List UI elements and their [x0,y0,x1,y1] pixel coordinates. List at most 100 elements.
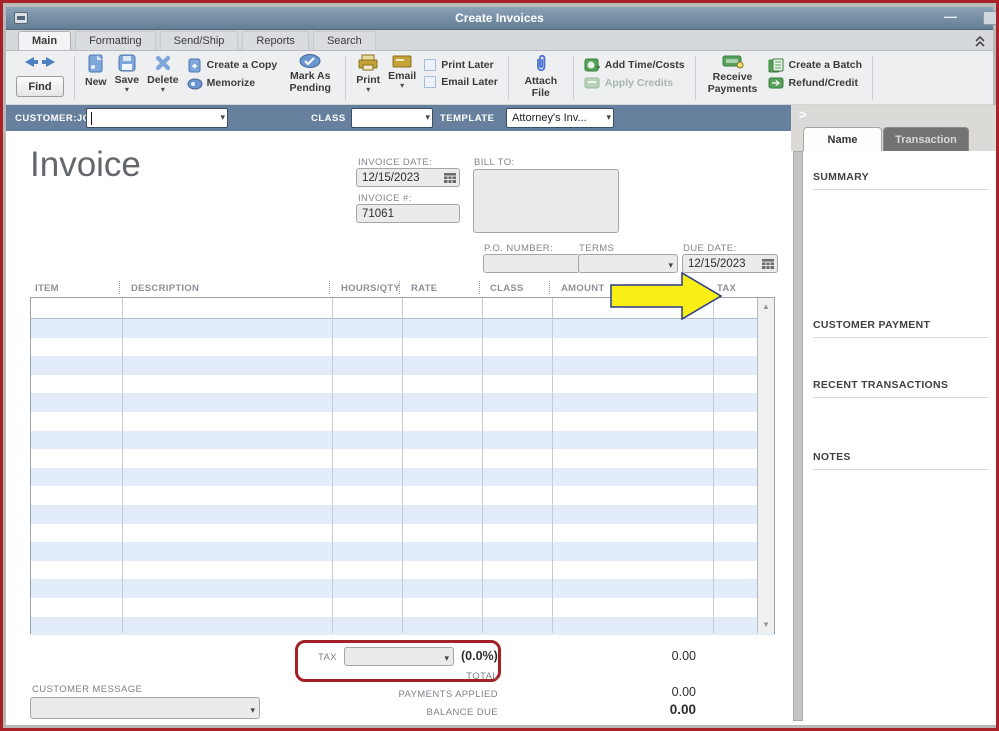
ribbon-tabstrip: Main Formatting Send/Ship Reports Search [6,30,993,51]
chevron-down-icon: ▾ [668,260,673,271]
scroll-up-icon[interactable]: ▲ [758,299,774,314]
mark-pending-check-icon [299,54,321,68]
bill-to-label: BILL TO: [474,157,515,168]
bill-to-box[interactable] [473,169,619,233]
due-date-label: DUE DATE: [683,243,737,254]
class-label: CLASS [311,113,346,124]
calendar-icon[interactable] [444,172,456,186]
print-button[interactable]: Print ▾ [352,53,384,104]
memorize-button[interactable]: Memorize [187,74,278,92]
create-batch-button[interactable]: Create a Batch [768,56,863,74]
apply-credits-icon [584,77,601,90]
invoice-heading: Invoice [30,145,141,185]
memorize-cloud-icon [187,77,203,90]
column-divider [332,298,333,633]
balance-due-label: BALANCE DUE [306,707,498,718]
column-header-hours-qty[interactable]: HOURS/QTY [341,283,400,294]
email-button[interactable]: Email ▾ [384,53,420,104]
create-invoices-window: Create Invoices — Main Formatting Send/S… [0,0,999,731]
header-divider [119,281,120,294]
balance-due-value: 0.00 [606,702,696,717]
panel-tab-transaction[interactable]: Transaction [883,127,969,151]
delete-x-icon [154,54,172,72]
invoice-date-field[interactable]: 12/15/2023 [356,168,460,187]
checkbox-icon [424,59,436,71]
find-button[interactable]: Find [16,76,64,97]
save-button[interactable]: Save ▾ [111,53,144,104]
section-divider [813,189,988,190]
window-title: Create Invoices [6,11,993,25]
chevron-down-icon: ▾ [250,705,255,716]
text-cursor [91,112,92,125]
class-dropdown[interactable]: ▾ [351,108,433,128]
column-divider [122,298,123,633]
column-header-amount[interactable]: AMOUNT [561,283,605,294]
delete-dropdown-caret[interactable]: ▾ [161,86,165,93]
tab-formatting[interactable]: Formatting [75,31,156,50]
section-divider [813,469,988,470]
new-document-icon [87,54,105,74]
chevron-down-icon: ▾ [444,653,449,664]
section-notes: NOTES [813,451,851,463]
payments-applied-label: PAYMENTS APPLIED [306,689,498,700]
column-header-class[interactable]: CLASS [490,283,524,294]
panel-collapse-icon[interactable]: > [799,107,807,122]
copy-memorize-group: Create a Copy Memorize [183,53,282,104]
email-dropdown-caret[interactable]: ▾ [400,82,404,89]
customer-job-dropdown[interactable]: ▾ [86,108,228,128]
column-divider [713,298,714,633]
side-panel: > Name Transaction SUMMARY CUSTOMER PAYM… [791,105,996,725]
template-dropdown[interactable]: Attorney's Inv... ▾ [506,108,614,128]
create-copy-button[interactable]: Create a Copy [187,56,278,74]
mark-as-pending-button[interactable]: Mark As Pending [281,53,339,104]
customer-message-dropdown[interactable]: ▾ [30,697,260,719]
print-later-checkbox[interactable]: Print Later [424,56,498,73]
calendar-icon[interactable] [762,258,774,272]
panel-splitter-bar[interactable] [793,151,803,721]
header-divider [329,281,330,294]
attach-file-button[interactable]: Attach File [515,53,567,104]
table-scrollbar[interactable]: ▲ ▼ [757,298,774,633]
maximize-button[interactable] [983,11,997,25]
print-dropdown-caret[interactable]: ▾ [366,86,370,93]
add-time-costs-button[interactable]: Add Time/Costs [584,56,685,74]
tax-rate-value: (0.0%) [461,649,498,663]
toolbar-separator [872,56,873,100]
toolbar: Find New Save ▾ Delete ▾ Create a Copy M… [6,51,993,105]
receive-payments-button[interactable]: Receive Payments [702,53,764,104]
invoice-number-field[interactable]: 71061 [356,204,460,223]
new-button[interactable]: New [81,53,111,104]
tab-main[interactable]: Main [18,31,71,50]
tax-dropdown[interactable]: ▾ [344,647,454,666]
delete-button[interactable]: Delete ▾ [143,53,183,104]
minimize-button[interactable]: — [944,9,957,24]
chevron-down-icon: ▾ [606,112,611,123]
tab-reports[interactable]: Reports [242,31,309,50]
header-divider [399,281,400,294]
column-divider [402,298,403,633]
toolbar-separator [573,56,574,100]
column-header-item[interactable]: ITEM [35,283,59,294]
refund-credit-button[interactable]: Refund/Credit [768,74,863,92]
po-number-field[interactable] [483,254,580,273]
total-value: 0.00 [606,649,696,663]
payments-applied-value: 0.00 [606,685,696,699]
tab-search[interactable]: Search [313,31,376,50]
printer-icon [357,54,379,72]
column-header-description[interactable]: DESCRIPTION [131,283,199,294]
section-customer-payment: CUSTOMER PAYMENT [813,319,930,331]
tax-label: TAX [318,652,337,663]
panel-tab-name[interactable]: Name [803,127,882,151]
email-envelope-icon [392,54,412,68]
save-dropdown-caret[interactable]: ▾ [125,86,129,93]
scroll-down-icon[interactable]: ▼ [758,617,774,632]
apply-credits-button[interactable]: Apply Credits [584,74,685,92]
refund-credit-icon [768,77,785,90]
email-later-checkbox[interactable]: Email Later [424,73,498,90]
later-checkbox-group: Print Later Email Later [420,53,502,104]
nav-arrows[interactable] [22,56,58,74]
toolbar-separator [345,56,346,100]
tab-send-ship[interactable]: Send/Ship [160,31,239,50]
column-header-rate[interactable]: RATE [411,283,437,294]
back-forward-icons [22,56,58,69]
